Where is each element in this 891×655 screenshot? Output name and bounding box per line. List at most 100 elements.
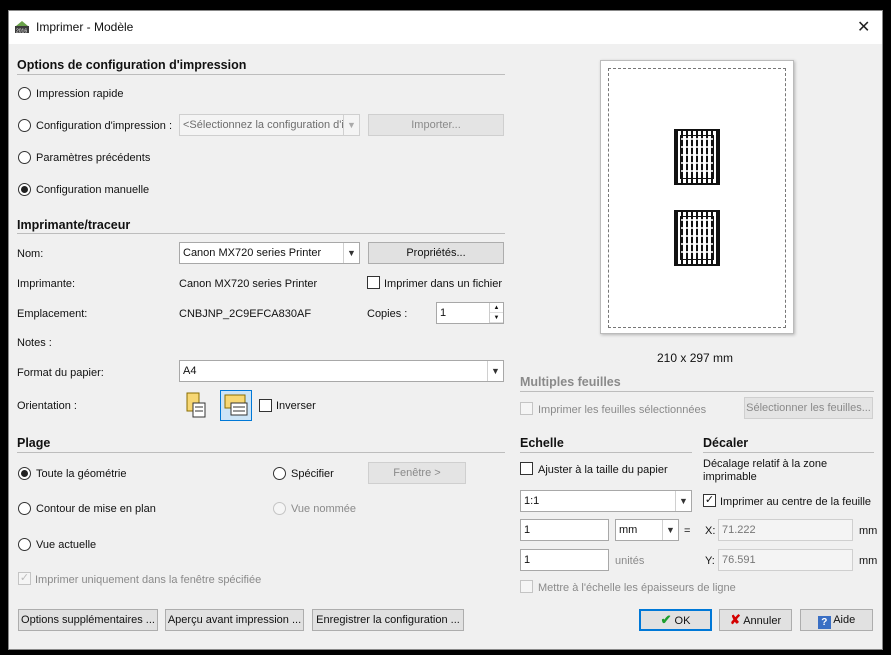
label-fenetre-only: Imprimer uniquement dans la fenêtre spéc… xyxy=(35,574,262,586)
fichier-checkbox[interactable] xyxy=(367,276,380,289)
options-divider xyxy=(17,74,505,75)
centre-checkbox[interactable]: ✓ xyxy=(703,494,716,507)
imprimante-value: Canon MX720 series Printer xyxy=(179,278,318,290)
copies-spin[interactable]: ▲ ▼ xyxy=(489,303,503,323)
radio-vue-nommee[interactable] xyxy=(273,502,286,515)
label-imprimer-sel: Imprimer les feuilles sélectionnées xyxy=(538,404,707,416)
plage-heading: Plage xyxy=(17,436,51,450)
emplacement-label: Emplacement: xyxy=(17,308,88,320)
epaisseurs-checkbox[interactable] xyxy=(520,580,533,593)
chevron-down-icon: ▼ xyxy=(343,115,359,135)
print-dialog: 2016 Imprimer - Modèle ✕ Options de conf… xyxy=(8,10,883,650)
options-supplementaires-button[interactable]: Options supplémentaires ... xyxy=(18,609,158,631)
proprietes-button[interactable]: Propriétés... xyxy=(368,242,504,264)
cancel-x-icon: ✘ xyxy=(729,612,741,627)
selectionner-feuilles-button[interactable]: Sélectionner les feuilles... xyxy=(744,397,873,419)
fichier-label: Imprimer dans un fichier xyxy=(384,278,502,290)
label-specifier: Spécifier xyxy=(291,468,334,480)
format-label: Format du papier: xyxy=(17,367,104,379)
options-heading: Options de configuration d'impression xyxy=(17,58,247,72)
drawing-thumbnail xyxy=(674,129,720,185)
radio-vue-actuelle[interactable] xyxy=(18,538,31,551)
scale-unit-value: mm xyxy=(619,524,638,536)
paper-size-label: 210 x 297 mm xyxy=(657,351,734,365)
paper-preview xyxy=(600,60,794,334)
offset-y-value: 76.591 xyxy=(722,554,756,566)
copies-label: Copies : xyxy=(367,308,408,320)
ok-button[interactable]: ✔ OK xyxy=(639,609,712,631)
copies-value: 1 xyxy=(440,307,447,319)
title-bar: 2016 Imprimer - Modèle ✕ xyxy=(9,11,882,44)
aide-button[interactable]: ? Aide xyxy=(800,609,873,631)
decaler-heading: Décaler xyxy=(703,436,749,450)
multiples-divider xyxy=(520,391,874,392)
fenetre-only-checkbox[interactable]: ✓ xyxy=(18,572,31,585)
ajuster-checkbox[interactable] xyxy=(520,462,533,475)
chevron-down-icon: ▼ xyxy=(487,361,503,381)
paper-format-select[interactable]: A4 ▼ xyxy=(179,360,504,382)
scale-value-2-input[interactable]: 1 xyxy=(520,549,609,571)
offset-x-value: 71.222 xyxy=(722,524,756,536)
chevron-down-icon: ▼ xyxy=(675,491,691,511)
label-config: Configuration d'impression : xyxy=(36,120,173,132)
printer-name-select[interactable]: Canon MX720 series Printer ▼ xyxy=(179,242,360,264)
radio-manuelle[interactable] xyxy=(18,183,31,196)
radio-config[interactable] xyxy=(18,119,31,132)
printer-heading: Imprimante/traceur xyxy=(17,218,131,232)
chevron-down-icon: ▼ xyxy=(343,243,359,263)
echelle-heading: Echelle xyxy=(520,436,564,450)
label-contour: Contour de mise en plan xyxy=(36,503,156,515)
scale-unit-select[interactable]: mm ▼ xyxy=(615,519,679,541)
radio-toute[interactable] xyxy=(18,467,31,480)
y-unit: mm xyxy=(859,555,878,567)
importer-button[interactable]: Importer... xyxy=(368,114,504,136)
inverser-checkbox[interactable] xyxy=(259,399,272,412)
chevron-down-icon: ▼ xyxy=(662,520,678,540)
scale-ratio-select[interactable]: 1:1 ▼ xyxy=(520,490,692,512)
window-title: Imprimer - Modèle xyxy=(36,20,134,34)
scale-value-1: 1 xyxy=(524,524,531,536)
multiples-heading: Multiples feuilles xyxy=(520,375,621,389)
check-icon: ✔ xyxy=(660,612,672,627)
radio-contour[interactable] xyxy=(18,502,31,515)
ok-label: OK xyxy=(674,615,691,627)
fenetre-button[interactable]: Fenêtre > xyxy=(368,462,466,484)
close-icon[interactable]: ✕ xyxy=(857,17,870,37)
annuler-label: Annuler xyxy=(743,615,782,627)
copies-stepper[interactable]: 1 ▲ ▼ xyxy=(436,302,504,324)
offset-y-input[interactable]: 76.591 xyxy=(718,549,853,571)
label-precedents: Paramètres précédents xyxy=(36,152,151,164)
nom-label: Nom: xyxy=(17,248,44,260)
imprimer-sel-checkbox[interactable] xyxy=(520,402,533,415)
chevron-up-icon[interactable]: ▲ xyxy=(490,303,503,313)
offset-x-input[interactable]: 71.222 xyxy=(718,519,853,541)
radio-rapide[interactable] xyxy=(18,87,31,100)
inverser-label: Inverser xyxy=(276,400,316,412)
annuler-button[interactable]: ✘ Annuler xyxy=(719,609,792,631)
autocad-2016-icon: 2016 xyxy=(15,21,29,35)
drawing-thumbnail xyxy=(674,210,720,266)
notes-label: Notes : xyxy=(17,337,52,349)
portrait-orientation-icon[interactable] xyxy=(184,391,208,419)
label-epaisseurs: Mettre à l'échelle les épaisseurs de lig… xyxy=(538,582,736,594)
apercu-button[interactable]: Aperçu avant impression ... xyxy=(165,609,304,631)
radio-specifier[interactable] xyxy=(273,467,286,480)
label-ajuster: Ajuster à la taille du papier xyxy=(538,464,668,476)
svg-text:2016: 2016 xyxy=(16,29,27,35)
x-unit: mm xyxy=(859,525,878,537)
radio-precedents[interactable] xyxy=(18,151,31,164)
plage-divider xyxy=(17,452,505,453)
scale-value-1-input[interactable]: 1 xyxy=(520,519,609,541)
label-vue-actuelle: Vue actuelle xyxy=(36,539,97,551)
help-icon: ? xyxy=(817,616,831,629)
chevron-down-icon[interactable]: ▼ xyxy=(490,313,503,323)
printer-divider xyxy=(17,233,505,234)
printable-area xyxy=(608,68,786,328)
aide-label: Aide xyxy=(833,614,856,626)
landscape-orientation-icon[interactable] xyxy=(220,390,252,421)
enregistrer-config-button[interactable]: Enregistrer la configuration ... xyxy=(312,609,464,631)
config-select-value: <Sélectionnez la configuration d'in xyxy=(183,119,350,131)
label-centre: Imprimer au centre de la feuille xyxy=(720,496,872,508)
config-select[interactable]: <Sélectionnez la configuration d'in ▼ xyxy=(179,114,360,136)
scale-ratio-value: 1:1 xyxy=(524,495,540,507)
